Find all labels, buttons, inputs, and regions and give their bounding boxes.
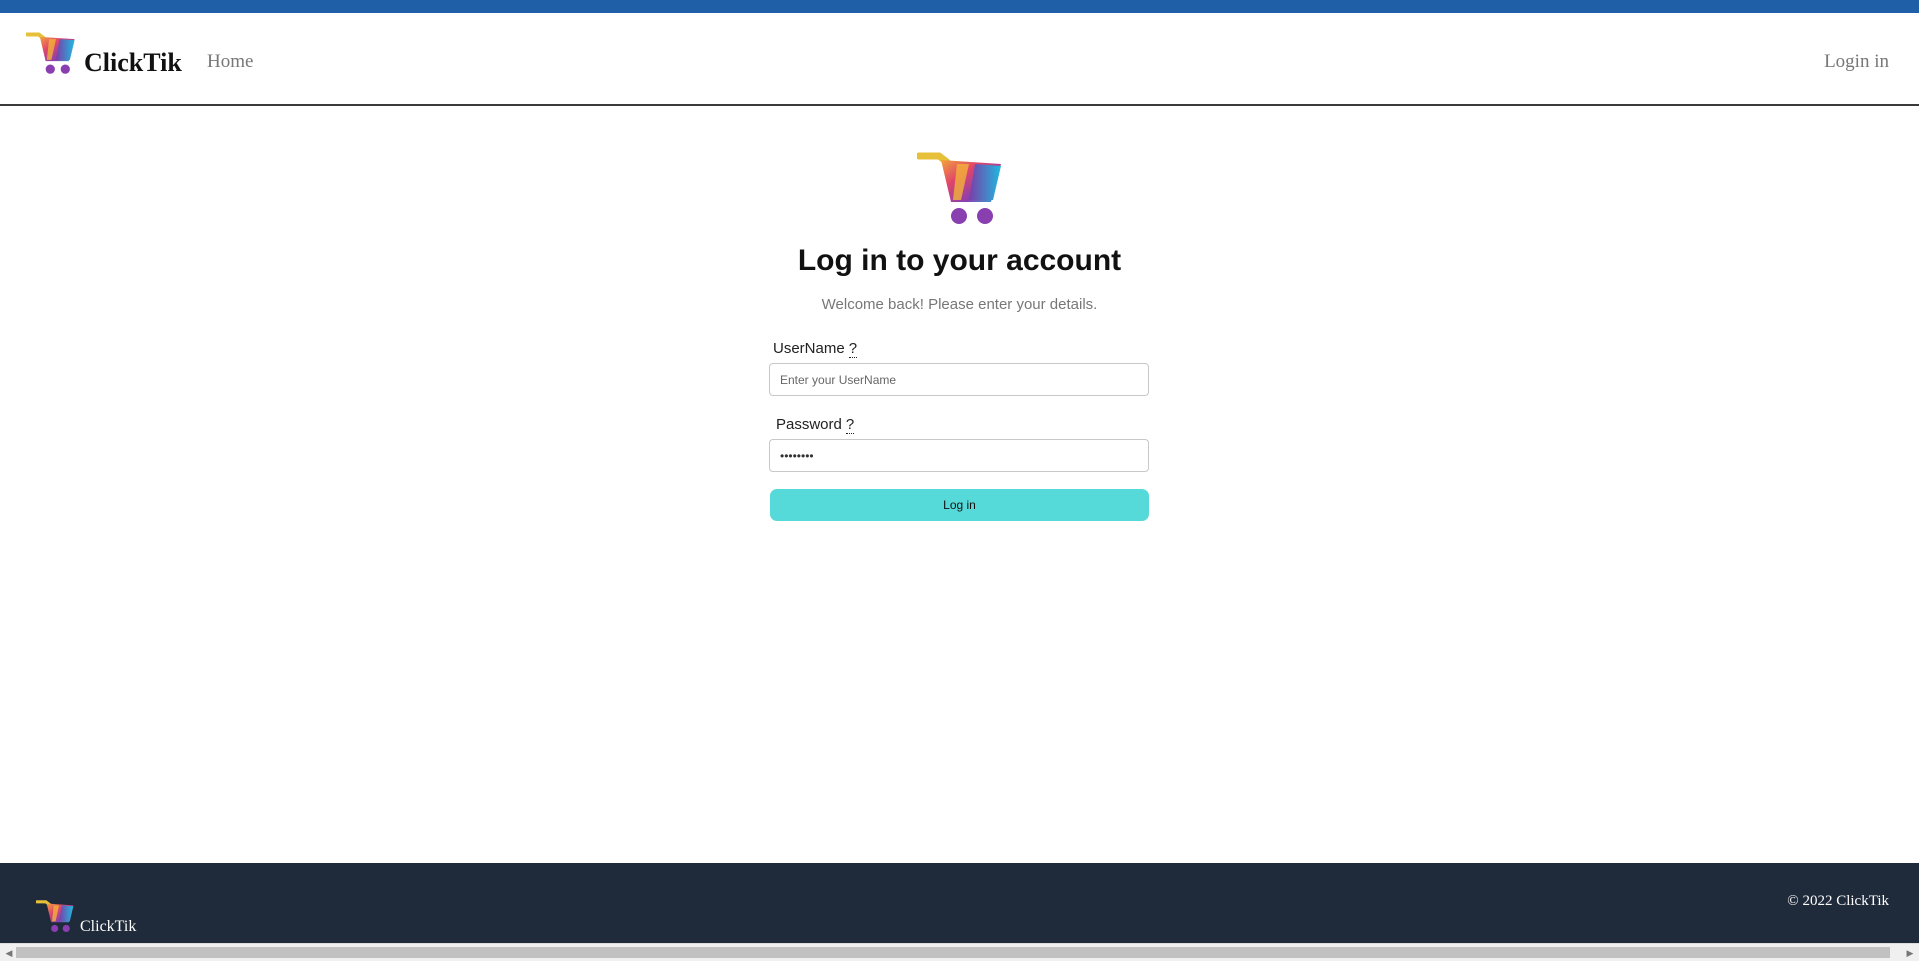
shopping-cart-logo-icon — [915, 150, 1007, 231]
arrow-right-icon[interactable]: ▶ — [1903, 946, 1917, 960]
password-label: Password — [776, 416, 842, 433]
copyright-text: © 2022 ClickTik — [1787, 893, 1889, 909]
username-help-tooltip[interactable]: ? — [848, 340, 858, 358]
horizontal-scrollbar[interactable]: ◀ ▶ — [0, 943, 1919, 961]
nav-login-link[interactable]: Login in — [1824, 51, 1889, 73]
footer-brand-name: ClickTik — [80, 918, 137, 935]
nav-home-link[interactable]: Home — [207, 51, 253, 73]
shopping-cart-logo-icon — [35, 899, 76, 938]
login-page: Log in to your account Welcome back! Ple… — [0, 106, 1919, 863]
username-input[interactable] — [769, 363, 1149, 396]
password-help-tooltip[interactable]: ? — [845, 416, 855, 434]
top-navbar: ClickTik Home Login in — [0, 13, 1919, 106]
page-subtitle: Welcome back! Please enter your details. — [821, 296, 1098, 313]
footer-brand[interactable]: ClickTik — [35, 899, 137, 938]
username-label-group: UserName? — [773, 340, 858, 358]
arrow-left-icon[interactable]: ◀ — [2, 946, 16, 960]
shopping-cart-logo-icon — [25, 31, 78, 80]
password-label-group: Password? — [776, 416, 855, 434]
login-submit-button[interactable]: Log in — [770, 489, 1149, 521]
brand-name: ClickTik — [84, 47, 182, 77]
scrollbar-thumb[interactable] — [16, 947, 1890, 958]
username-label: UserName — [773, 340, 845, 357]
browser-bookmarks-bar — [0, 0, 1919, 13]
page-title: Log in to your account — [797, 244, 1122, 277]
password-input[interactable] — [769, 439, 1149, 472]
page-footer: ClickTik © 2022 ClickTik — [0, 863, 1919, 943]
brand-logo-link[interactable]: ClickTik — [25, 31, 182, 80]
